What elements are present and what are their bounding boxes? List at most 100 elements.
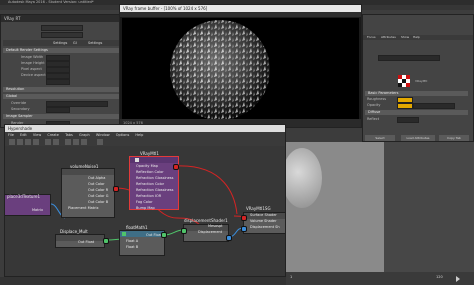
tab-help[interactable]: Help xyxy=(413,35,420,40)
channel-box xyxy=(384,142,474,272)
node-displace-mult[interactable]: Displace_Mult Out Float xyxy=(55,229,105,248)
graph-both-icon[interactable] xyxy=(25,139,31,145)
section-basic-params[interactable]: Basic Parameters xyxy=(365,91,468,96)
node-displacement-shader[interactable]: displacementShader1 Mesospt Displacement xyxy=(183,218,229,242)
node-vraymtl-sg-ports: Surface Shader Volume Shader Displacemen… xyxy=(246,212,280,230)
secondary-label: Secondary xyxy=(11,107,30,111)
node-place3dtexture[interactable]: place3dTexture1 Matrix xyxy=(5,194,51,216)
connector-dot[interactable] xyxy=(161,232,167,238)
graph-output-icon[interactable] xyxy=(17,139,23,145)
menu-window[interactable]: Window xyxy=(96,133,110,137)
res-field-a[interactable] xyxy=(46,79,70,85)
render-view xyxy=(122,18,359,119)
secondary-field[interactable] xyxy=(46,107,70,113)
port-bump-map[interactable]: Bump Map xyxy=(132,205,173,211)
port-displacement-sh[interactable]: Displacement Sh xyxy=(246,224,280,230)
connector-dot[interactable] xyxy=(241,226,247,232)
roughness-label: Roughness xyxy=(367,97,387,101)
node-place3dtexture-port[interactable]: Matrix xyxy=(28,207,43,213)
tab-focus[interactable]: Focus xyxy=(367,35,376,40)
load-attributes-button[interactable]: Load Attributes xyxy=(401,135,435,141)
menu-create[interactable]: Create xyxy=(47,133,59,137)
connector-dot[interactable] xyxy=(226,235,232,241)
swatch-name: VRayMtl xyxy=(415,79,428,83)
section-resolution[interactable]: Resolution xyxy=(3,87,119,92)
menu-options[interactable]: Options xyxy=(116,133,130,137)
section-default-render[interactable]: Default Render Settings xyxy=(3,48,119,53)
timeline-end: 120 xyxy=(436,275,443,279)
renderer-dropdown[interactable] xyxy=(41,25,83,31)
node-volumenoise[interactable]: volumeNoise1 Out Alpha Out Color Out Col… xyxy=(61,164,115,218)
rendered-sphere xyxy=(170,20,270,119)
section-global[interactable]: Global xyxy=(3,94,119,99)
tab-show[interactable]: Show xyxy=(401,35,409,40)
render-settings-tabs: Settings GI Settings xyxy=(3,40,119,46)
node-vraymtl[interactable]: VRayMtl1 Opacity Map Reflection Color Re… xyxy=(129,151,179,211)
node-floatmath-title: floatMath1 xyxy=(126,225,148,230)
connector-dot[interactable] xyxy=(181,228,187,234)
pixel-aspect-label: Pixel aspect xyxy=(21,67,42,71)
node-vraymtl-swatch xyxy=(135,158,139,162)
timeline[interactable]: 1 120 xyxy=(286,272,474,285)
preset-dropdown[interactable] xyxy=(41,32,83,38)
hypershade-toolbar xyxy=(5,138,285,146)
grid-toggle-icon[interactable] xyxy=(97,139,103,145)
node-vraymtl-sg-title: VRayMtl1SG xyxy=(246,206,271,211)
play-button-icon[interactable] xyxy=(456,276,460,282)
reflect-field[interactable] xyxy=(397,117,419,123)
material-name-field[interactable] xyxy=(378,55,440,61)
add-node-icon[interactable] xyxy=(45,139,51,145)
menu-graph[interactable]: Graph xyxy=(79,133,90,137)
menu-file[interactable]: File xyxy=(8,133,14,137)
tab-attributes[interactable]: Attributes xyxy=(381,35,396,40)
image-width-label: Image Width xyxy=(21,55,44,59)
viewport-sphere xyxy=(282,148,322,208)
render-settings-window: VRay RT Settings GI Settings Default Ren… xyxy=(0,14,122,130)
attribute-editor: Focus Attributes Show Help VRayMtl Basic… xyxy=(362,14,474,142)
material-swatch xyxy=(398,75,410,87)
render-settings-title: VRay RT xyxy=(4,16,21,21)
menu-view[interactable]: View xyxy=(33,133,41,137)
node-floatmath-ports: Out Float Float A Float B xyxy=(122,232,162,250)
framebuffer-title: VRay frame buffer - [100% of 1024 x 576] xyxy=(123,6,208,11)
port-displacement[interactable]: Displacement xyxy=(194,229,223,235)
device-aspect-label: Device aspect xyxy=(21,73,46,77)
opacity-slider[interactable] xyxy=(413,103,455,109)
connector-dot[interactable] xyxy=(173,164,179,170)
node-vraymtl-title: VRayMtl1 xyxy=(140,151,159,156)
port-placement-matrix[interactable]: Placement Matrix xyxy=(64,205,99,211)
opacity-field[interactable] xyxy=(397,103,413,109)
node-volumenoise-title: volumeNoise1 xyxy=(70,164,99,169)
tab-settings-2[interactable]: Settings xyxy=(88,40,102,46)
node-vraymtl-ports: Opacity Map Reflection Color Refraction … xyxy=(132,163,173,211)
connected-mode-icon[interactable] xyxy=(73,139,79,145)
node-graph-canvas[interactable]: place3dTexture1 Matrix volumeNoise1 Out … xyxy=(5,146,285,276)
port-displace-out-float[interactable]: Out Float xyxy=(74,239,94,245)
full-mode-icon[interactable] xyxy=(81,139,87,145)
timeline-start: 1 xyxy=(290,275,293,279)
connector-dot[interactable] xyxy=(241,215,247,221)
select-button[interactable]: Select xyxy=(365,135,395,141)
tab-gi[interactable]: GI xyxy=(73,40,77,46)
connector-dot[interactable] xyxy=(113,186,119,192)
clear-graph-icon[interactable] xyxy=(33,139,39,145)
menu-edit[interactable]: Edit xyxy=(20,133,27,137)
copy-tab-button[interactable]: Copy Tab xyxy=(439,135,469,141)
node-vraymtl-sg[interactable]: VRayMtl1SG Surface Shader Volume Shader … xyxy=(243,206,285,234)
hypershade-window: Hypershade File Edit View Create Tabs Gr… xyxy=(4,124,286,277)
graph-input-icon[interactable] xyxy=(9,139,15,145)
bottom-left-bar xyxy=(0,277,286,285)
node-displacement-shader-ports: Mesospt Displacement xyxy=(194,223,223,235)
remove-node-icon[interactable] xyxy=(53,139,59,145)
port-float-b[interactable]: Float B xyxy=(122,244,162,250)
section-image-sampler[interactable]: Image Sampler xyxy=(3,114,119,119)
hypershade-title: Hypershade xyxy=(8,126,33,131)
node-place3dtexture-title: place3dTexture1 xyxy=(7,194,41,199)
section-diffuse[interactable]: Diffuse xyxy=(365,110,468,115)
node-floatmath[interactable]: floatMath1 Out Float Float A Float B xyxy=(119,225,165,256)
tab-settings[interactable]: Settings xyxy=(53,40,67,46)
menu-help[interactable]: Help xyxy=(135,133,143,137)
connector-dot[interactable] xyxy=(103,238,109,244)
simple-mode-icon[interactable] xyxy=(65,139,71,145)
menu-tabs[interactable]: Tabs xyxy=(65,133,73,137)
